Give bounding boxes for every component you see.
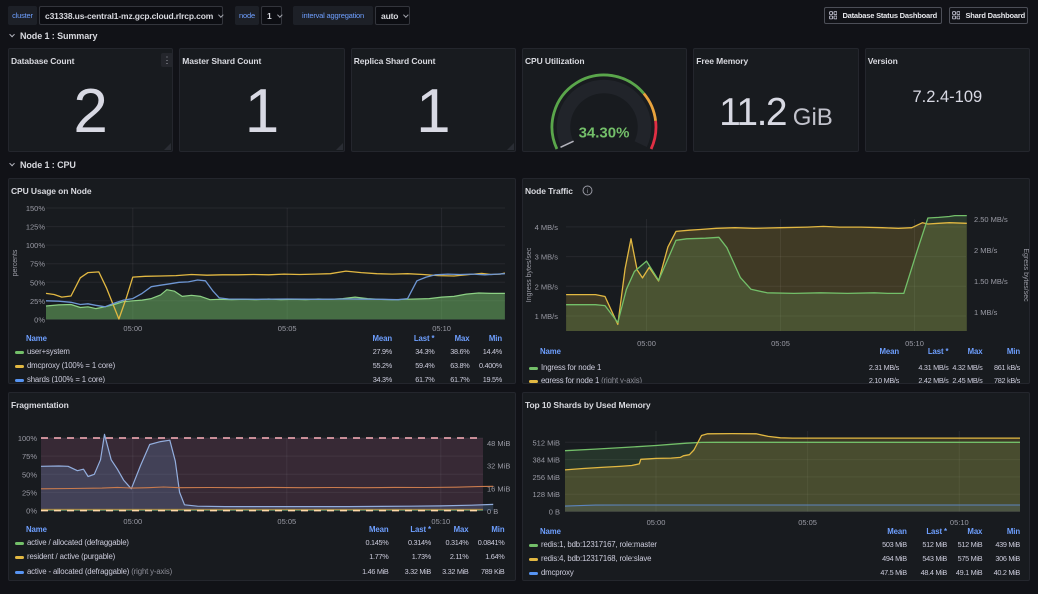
svg-text:125%: 125% bbox=[26, 223, 46, 232]
svg-text:16 MiB: 16 MiB bbox=[487, 484, 510, 493]
svg-text:05:05: 05:05 bbox=[798, 518, 817, 527]
svg-text:50%: 50% bbox=[22, 470, 37, 479]
svg-text:25%: 25% bbox=[30, 297, 45, 306]
svg-text:05:05: 05:05 bbox=[771, 339, 790, 348]
svg-text:05:00: 05:00 bbox=[637, 339, 656, 348]
svg-text:4 MB/s: 4 MB/s bbox=[535, 223, 559, 232]
svg-text:2 MB/s: 2 MB/s bbox=[535, 282, 559, 291]
svg-text:percents: percents bbox=[12, 249, 19, 276]
svg-text:0%: 0% bbox=[26, 507, 37, 516]
svg-text:25%: 25% bbox=[22, 488, 37, 497]
svg-text:Egress bytes/sec: Egress bytes/sec bbox=[1022, 248, 1029, 302]
svg-text:0%: 0% bbox=[34, 315, 45, 324]
svg-text:05:10: 05:10 bbox=[432, 324, 451, 333]
svg-text:05:00: 05:00 bbox=[123, 324, 142, 333]
svg-text:0 B: 0 B bbox=[549, 508, 560, 517]
svg-text:2 MB/s: 2 MB/s bbox=[974, 246, 998, 255]
svg-text:75%: 75% bbox=[30, 260, 45, 269]
svg-text:256 MiB: 256 MiB bbox=[532, 473, 560, 482]
svg-text:Ingress bytes/sec: Ingress bytes/sec bbox=[526, 247, 533, 302]
svg-text:05:00: 05:00 bbox=[647, 518, 666, 527]
svg-text:50%: 50% bbox=[30, 278, 45, 287]
svg-text:05:05: 05:05 bbox=[277, 517, 296, 526]
svg-text:384 MiB: 384 MiB bbox=[532, 456, 560, 465]
svg-text:1 MB/s: 1 MB/s bbox=[535, 312, 559, 321]
svg-text:150%: 150% bbox=[26, 204, 46, 213]
svg-text:2.50 MB/s: 2.50 MB/s bbox=[974, 215, 1008, 224]
svg-text:1 MB/s: 1 MB/s bbox=[974, 308, 998, 317]
svg-text:512 MiB: 512 MiB bbox=[532, 438, 560, 447]
svg-text:05:00: 05:00 bbox=[123, 517, 142, 526]
svg-text:100%: 100% bbox=[26, 241, 46, 250]
svg-text:34.30%: 34.30% bbox=[579, 125, 630, 142]
svg-text:3 MB/s: 3 MB/s bbox=[535, 253, 559, 262]
svg-text:1.50 MB/s: 1.50 MB/s bbox=[974, 277, 1008, 286]
svg-text:05:10: 05:10 bbox=[950, 518, 969, 527]
svg-text:128 MiB: 128 MiB bbox=[532, 490, 560, 499]
svg-text:05:05: 05:05 bbox=[278, 324, 297, 333]
svg-text:48 MiB: 48 MiB bbox=[487, 439, 510, 448]
svg-text:100%: 100% bbox=[18, 434, 38, 443]
svg-text:32 MiB: 32 MiB bbox=[487, 462, 510, 471]
svg-text:75%: 75% bbox=[22, 452, 37, 461]
